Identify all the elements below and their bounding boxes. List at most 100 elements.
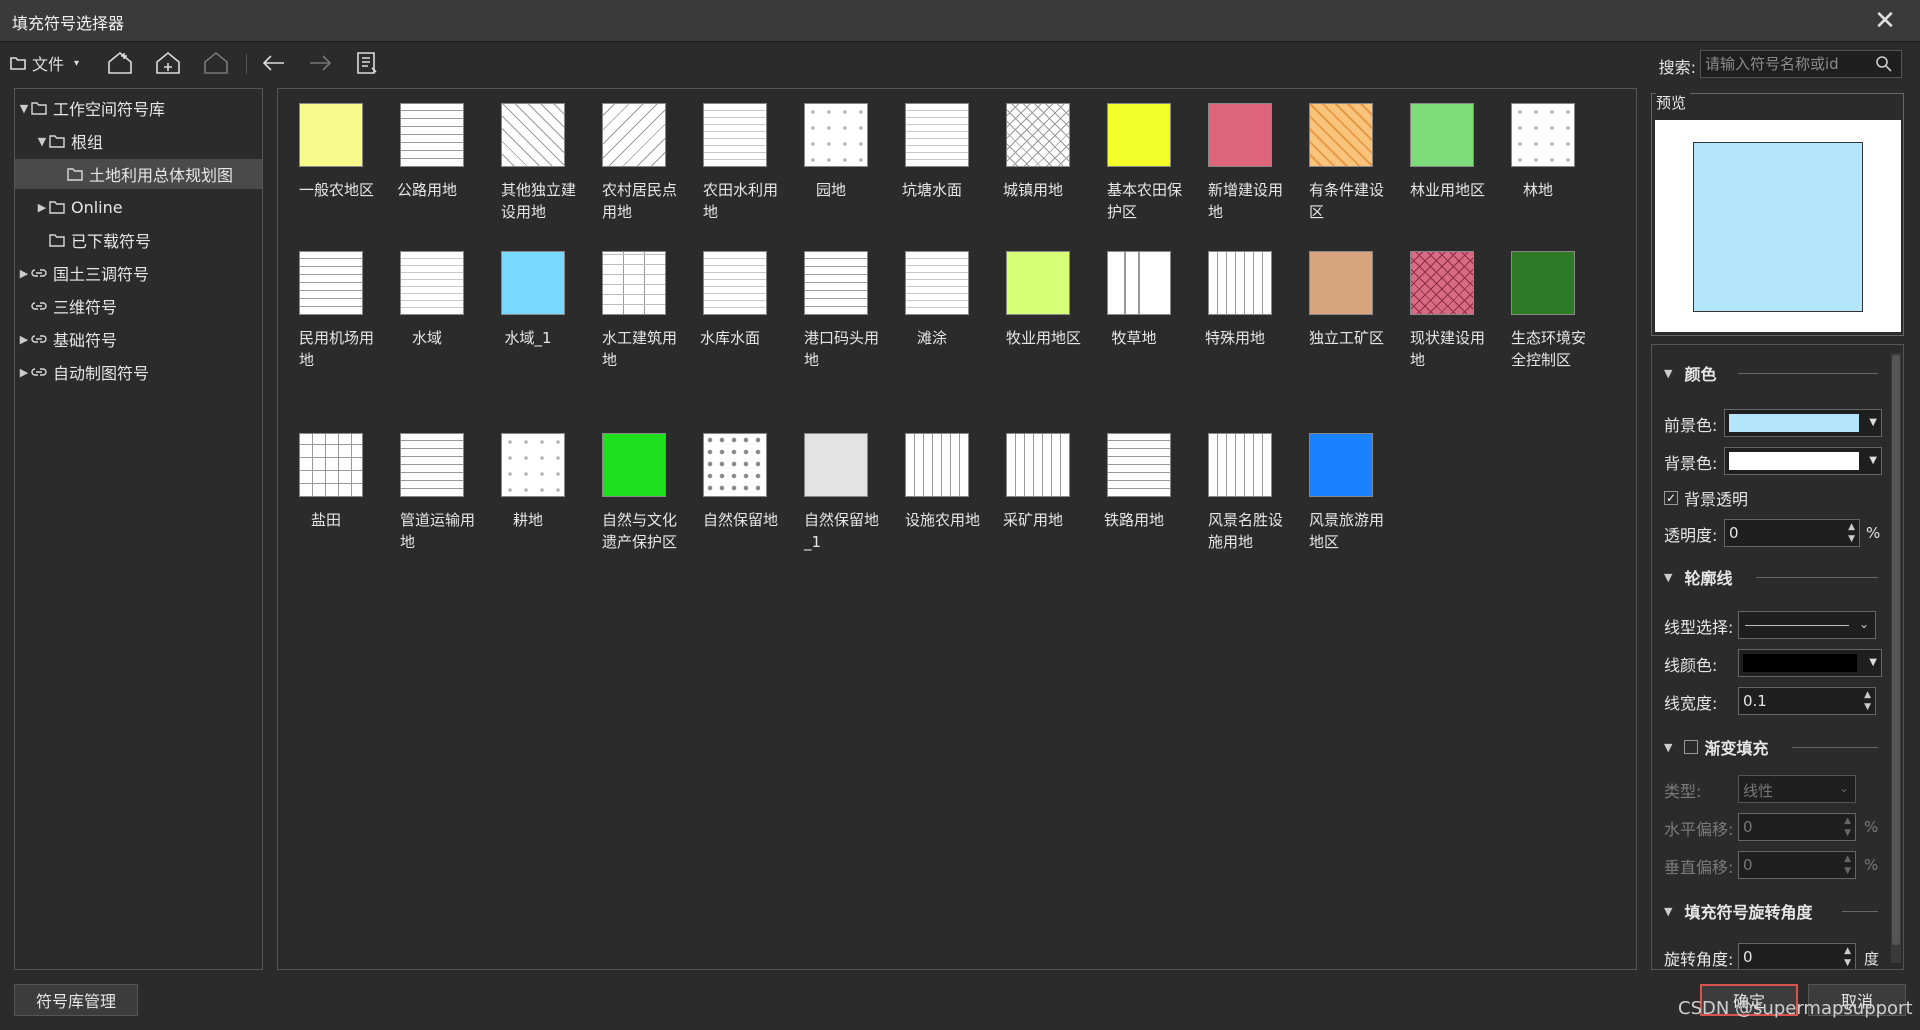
tree-item[interactable]: ▶ Online bbox=[15, 192, 262, 222]
symbol-item[interactable]: 采矿用地 bbox=[987, 421, 1079, 531]
search-icon[interactable] bbox=[1875, 55, 1893, 73]
symbol-item[interactable]: 滩涂 bbox=[886, 239, 978, 349]
tree-item[interactable]: ▼ 工作空间符号库 bbox=[15, 93, 262, 123]
fg-color-picker[interactable]: ▼ bbox=[1724, 409, 1882, 437]
symbol-item[interactable]: 风景名胜设施用地 bbox=[1189, 421, 1283, 553]
symbol-item[interactable]: 城镇用地 bbox=[987, 91, 1079, 201]
symbol-label: 风景旅游用地区 bbox=[1309, 511, 1385, 551]
gradient-section-header[interactable]: ▼ 渐变填充 bbox=[1664, 735, 1768, 759]
transparency-spinner[interactable]: ▲▼ bbox=[1724, 519, 1860, 547]
symbol-label: 生态环境安全控制区 bbox=[1511, 329, 1587, 369]
h-offset-spinner[interactable]: ▲▼ bbox=[1738, 813, 1856, 841]
expand-down-icon[interactable]: ▼ bbox=[35, 135, 49, 148]
rotation-section-header[interactable]: ▼ 填充符号旋转角度 bbox=[1664, 899, 1812, 923]
tree-item[interactable]: ▼ 根组 bbox=[15, 126, 262, 156]
spinner-arrows-icon[interactable]: ▲ ▼ bbox=[1864, 689, 1871, 713]
line-sample bbox=[1745, 625, 1849, 626]
symbol-item[interactable]: 园地 bbox=[785, 91, 877, 201]
symbol-library-manage-button[interactable]: 符号库管理 bbox=[14, 984, 138, 1016]
symbol-item[interactable]: 耕地 bbox=[482, 421, 574, 531]
symbol-item[interactable]: 风景旅游用地区 bbox=[1290, 421, 1384, 553]
v-offset-spinner[interactable]: ▲▼ bbox=[1738, 851, 1856, 879]
gradient-checkbox[interactable] bbox=[1684, 740, 1699, 754]
symbol-item[interactable]: 设施农用地 bbox=[886, 421, 980, 531]
spinner-arrows-icon[interactable]: ▲ ▼ bbox=[1844, 815, 1851, 839]
symbol-item[interactable]: 水工建筑用地 bbox=[583, 239, 677, 371]
symbol-item[interactable]: 盐田 bbox=[280, 421, 372, 531]
close-icon[interactable]: ✕ bbox=[1870, 6, 1900, 36]
line-width-spinner[interactable]: ▲▼ bbox=[1738, 687, 1876, 715]
symbol-item[interactable]: 坑塘水面 bbox=[886, 91, 978, 201]
symbol-item[interactable]: 农村居民点用地 bbox=[583, 91, 677, 223]
tree-item[interactable]: ▶ 国土三调符号 bbox=[15, 258, 262, 288]
search-input[interactable] bbox=[1705, 53, 1865, 75]
window-title: 填充符号选择器 bbox=[12, 14, 125, 33]
rotation-spinner[interactable]: ▲▼ bbox=[1738, 943, 1856, 969]
rotation-input[interactable] bbox=[1743, 947, 1833, 967]
symbol-item[interactable]: 港口码头用地 bbox=[785, 239, 879, 371]
back-arrow-icon[interactable] bbox=[260, 48, 288, 78]
color-section-header[interactable]: ▼ 颜色 bbox=[1664, 361, 1716, 385]
bg-transparent-row[interactable]: ✓ 背景透明 bbox=[1664, 483, 1748, 513]
symbol-item[interactable]: 其他独立建设用地 bbox=[482, 91, 576, 223]
h-offset-input[interactable] bbox=[1743, 817, 1833, 837]
spinner-arrows-icon[interactable]: ▲ ▼ bbox=[1848, 521, 1855, 545]
properties-icon[interactable] bbox=[354, 48, 380, 78]
gradient-type-select[interactable]: 线性 ⌄ bbox=[1738, 775, 1856, 803]
symbol-item[interactable]: 农田水利用地 bbox=[684, 91, 778, 223]
symbol-item[interactable]: 铁路用地 bbox=[1088, 421, 1180, 531]
outline-section-header[interactable]: ▼ 轮廓线 bbox=[1664, 565, 1732, 589]
symbol-item[interactable]: 自然保留地 bbox=[684, 421, 778, 531]
title-bar: 填充符号选择器 ✕ bbox=[0, 0, 1920, 42]
symbol-item[interactable]: 特殊用地 bbox=[1189, 239, 1281, 349]
bg-color-picker[interactable]: ▼ bbox=[1724, 447, 1882, 475]
symbol-item[interactable]: 林业用地区 bbox=[1391, 91, 1485, 201]
forward-arrow-icon[interactable] bbox=[306, 48, 334, 78]
rotation-section-title: 填充符号旋转角度 bbox=[1684, 903, 1813, 922]
search-box[interactable] bbox=[1700, 50, 1902, 78]
tree-item[interactable]: ▶ 基础符号 bbox=[15, 324, 262, 354]
v-offset-input[interactable] bbox=[1743, 855, 1833, 875]
spinner-arrows-icon[interactable]: ▲ ▼ bbox=[1844, 853, 1851, 877]
fg-color-swatch bbox=[1729, 414, 1859, 432]
symbol-item[interactable]: 自然与文化遗产保护区 bbox=[583, 421, 677, 553]
expand-right-icon[interactable]: ▶ bbox=[17, 366, 31, 379]
new-house-icon[interactable] bbox=[106, 48, 134, 78]
line-width-input[interactable] bbox=[1743, 691, 1833, 711]
transparency-input[interactable] bbox=[1729, 523, 1819, 543]
symbol-item[interactable]: 有条件建设区 bbox=[1290, 91, 1384, 223]
symbol-item[interactable]: 生态环境安全控制区 bbox=[1492, 239, 1586, 371]
add-house-icon[interactable] bbox=[154, 48, 182, 78]
bg-transparent-checkbox[interactable]: ✓ bbox=[1664, 491, 1678, 505]
symbol-item[interactable]: 新增建设用地 bbox=[1189, 91, 1283, 223]
expand-down-icon[interactable]: ▼ bbox=[17, 102, 31, 115]
symbol-item[interactable]: 水域_1 bbox=[482, 239, 574, 349]
expand-right-icon[interactable]: ▶ bbox=[17, 267, 31, 280]
tree-item[interactable]: 三维符号 bbox=[15, 291, 262, 321]
tree-item[interactable]: ▶ 自动制图符号 bbox=[15, 357, 262, 387]
symbol-item[interactable]: 现状建设用地 bbox=[1391, 239, 1485, 371]
expand-right-icon[interactable]: ▶ bbox=[17, 333, 31, 346]
tree-item[interactable]: 土地利用总体规划图 bbox=[15, 159, 262, 189]
expand-right-icon[interactable]: ▶ bbox=[35, 201, 49, 214]
symbol-item[interactable]: 水库水面 bbox=[684, 239, 776, 349]
home-icon[interactable] bbox=[202, 48, 230, 78]
symbol-item[interactable]: 牧业用地区 bbox=[987, 239, 1081, 349]
file-menu[interactable]: 文件 ▾ bbox=[10, 48, 79, 78]
symbol-item[interactable]: 牧草地 bbox=[1088, 239, 1180, 349]
symbol-item[interactable]: 公路用地 bbox=[381, 91, 473, 201]
tree-item[interactable]: 已下载符号 bbox=[15, 225, 262, 255]
symbol-swatch bbox=[804, 103, 868, 167]
symbol-item[interactable]: 自然保留地_1 bbox=[785, 421, 879, 553]
symbol-item[interactable]: 管道运输用地 bbox=[381, 421, 475, 553]
symbol-item[interactable]: 水域 bbox=[381, 239, 473, 349]
symbol-item[interactable]: 基本农田保护区 bbox=[1088, 91, 1182, 223]
symbol-item[interactable]: 一般农地区 bbox=[280, 91, 374, 201]
symbol-item[interactable]: 独立工矿区 bbox=[1290, 239, 1384, 349]
line-color-picker[interactable]: ▼ bbox=[1738, 649, 1882, 677]
symbol-item[interactable]: 林地 bbox=[1492, 91, 1584, 201]
spinner-arrows-icon[interactable]: ▲ ▼ bbox=[1844, 945, 1851, 969]
symbol-item[interactable]: 民用机场用地 bbox=[280, 239, 374, 371]
scrollbar-thumb[interactable] bbox=[1892, 355, 1900, 945]
line-type-select[interactable]: ⌄ bbox=[1738, 611, 1876, 639]
